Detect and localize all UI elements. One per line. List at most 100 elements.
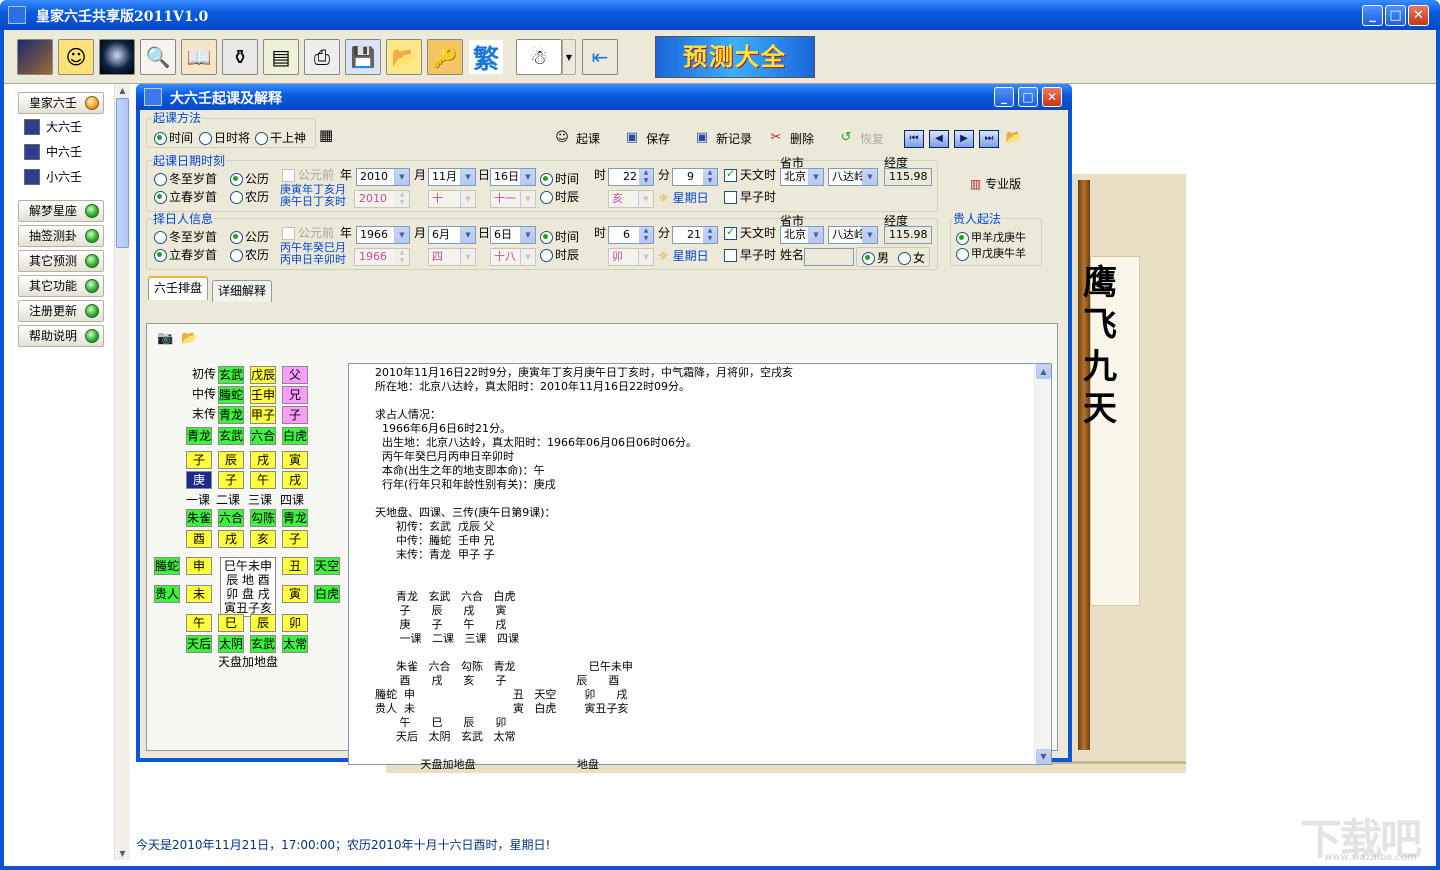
scroll-up-icon[interactable]: ▲	[1036, 364, 1051, 379]
cabinet-icon[interactable]: ⚱	[222, 39, 258, 75]
person-bc-checkbox[interactable]: 公元前	[282, 226, 334, 240]
key-icon[interactable]: 🔑	[427, 39, 463, 75]
open-folder-icon[interactable]: 📂	[1004, 130, 1024, 148]
notepad-icon[interactable]: ▤	[263, 39, 299, 75]
open-folder-icon[interactable]: 📂	[181, 332, 197, 346]
magnifier-icon[interactable]: 🔍	[140, 39, 176, 75]
dialog-close-button[interactable]: ✕	[1042, 87, 1062, 107]
dialog-title-bar[interactable]: 大六壬起课及解释 _ □ ✕	[136, 84, 1072, 110]
person-province-select[interactable]: 北京 ▼	[780, 226, 824, 244]
person-dongzhi-radio[interactable]: 冬至岁首	[154, 230, 217, 244]
guiren-opt2-radio[interactable]: 甲戊庚牛羊	[956, 247, 1026, 261]
title-bar[interactable]: 皇家六壬共享版2011V1.0 _ □ ✕	[0, 0, 1440, 30]
date-bc-checkbox[interactable]: 公元前	[282, 168, 334, 182]
person-name-field[interactable]	[804, 248, 854, 266]
date-gongli-radio[interactable]: 公历	[230, 172, 269, 186]
dialog-minimize-button[interactable]: _	[994, 87, 1014, 107]
scroll-up-icon[interactable]: ▲	[116, 84, 129, 97]
guiren-opt1-radio[interactable]: 甲羊戊庚牛	[956, 231, 1026, 245]
exit-door-icon[interactable]: ⇤	[582, 39, 618, 75]
chevron-down-icon[interactable]: ▼	[562, 39, 576, 75]
person-tianwen-checkbox[interactable]: 天文时	[724, 225, 776, 240]
skin-dropdown-icon[interactable]: ☃	[516, 39, 562, 75]
person-day-select[interactable]: 6日 ▼	[490, 226, 536, 244]
person-gongli-radio[interactable]: 公历	[230, 230, 269, 244]
cartoon-face-icon[interactable]: ☺	[58, 39, 94, 75]
textarea-scrollbar[interactable]: ▲ ▼	[1034, 364, 1051, 764]
nav-da-liuren[interactable]: 大六壬	[24, 116, 104, 138]
date-shichen-select[interactable]: 亥 ▼	[608, 190, 654, 208]
date-lichun-radio[interactable]: 立春岁首	[154, 190, 217, 204]
date-dongzhi-radio[interactable]: 冬至岁首	[154, 172, 217, 186]
new-record-button[interactable]: ▣ 新记录	[694, 128, 752, 150]
liuren-icon[interactable]	[17, 39, 53, 75]
person-nl-year-spin[interactable]: 1966 ▲ ▼	[354, 248, 410, 266]
method-ganshang-radio[interactable]: 干上神	[255, 131, 306, 145]
maximize-button[interactable]: □	[1385, 5, 1406, 26]
date-year-select[interactable]: 2010 ▼	[356, 168, 410, 186]
person-nl-month-select[interactable]: 四 ▼	[428, 248, 476, 266]
person-nl-day-select[interactable]: 十八 ▼	[490, 248, 536, 266]
nav-other-forecast[interactable]: 其它预测	[18, 250, 104, 272]
forecast-banner[interactable]: 预测大全	[655, 36, 815, 78]
date-city-select[interactable]: 八达岭 ▼	[828, 168, 878, 186]
nav-register-update[interactable]: 注册更新	[18, 300, 104, 322]
date-time-radio[interactable]: 时间	[540, 172, 579, 186]
pro-version-link[interactable]: ▥ 专业版	[970, 177, 1021, 191]
prev-record-icon[interactable]: ◀	[929, 130, 949, 148]
date-nongli-radio[interactable]: 农历	[230, 190, 269, 204]
nav-draw-lots[interactable]: 抽签测卦	[18, 225, 104, 247]
close-button[interactable]: ✕	[1408, 5, 1429, 26]
camera-icon[interactable]: 📷	[157, 332, 173, 346]
save-button[interactable]: ▣ 保存	[624, 128, 670, 150]
traditional-chinese-icon[interactable]: 繁	[468, 39, 504, 75]
explain-textarea[interactable]: 2010年11月16日22时9分，庚寅年丁亥月庚午日丁亥时，中气霜降，月将卯，空…	[348, 363, 1052, 771]
method-time-radio[interactable]: 时间	[154, 131, 193, 145]
date-longitude-field[interactable]: 115.98	[884, 168, 932, 186]
floppy-save-icon[interactable]: 💾	[345, 39, 381, 75]
person-hour-spin[interactable]: 6 ▲ ▼	[608, 226, 654, 244]
minimize-button[interactable]: _	[1362, 5, 1383, 26]
nav-dream-zodiac[interactable]: 解梦星座	[18, 200, 104, 222]
calculator-icon[interactable]: ▦	[319, 128, 333, 143]
date-shichen-radio[interactable]: 时辰	[540, 190, 579, 204]
person-month-select[interactable]: 6月 ▼	[428, 226, 476, 244]
qike-button[interactable]: ☺ 起课	[554, 128, 600, 150]
left-scrollbar[interactable]: ▲ ▼	[114, 84, 130, 860]
person-time-radio[interactable]: 时间	[540, 230, 579, 244]
date-hour-spin[interactable]: 22 ▲ ▼	[608, 168, 654, 186]
nav-help[interactable]: 帮助说明	[18, 325, 104, 347]
scroll-down-icon[interactable]: ▼	[116, 847, 129, 860]
delete-button[interactable]: ✂ 删除	[768, 128, 814, 150]
male-radio[interactable]: 男	[862, 251, 889, 265]
book-icon[interactable]: 📖	[181, 39, 217, 75]
tab-detail-explain[interactable]: 详细解释	[212, 280, 273, 302]
last-record-icon[interactable]: ⏭	[979, 130, 999, 148]
person-shichen-select[interactable]: 卯 ▼	[608, 248, 654, 266]
nav-huangjia-liuren[interactable]: 皇家六壬	[18, 92, 104, 114]
date-nl-day-select[interactable]: 十一 ▼	[490, 190, 536, 208]
comet-icon[interactable]	[99, 39, 135, 75]
nav-other-functions[interactable]: 其它功能	[18, 275, 104, 297]
scroll-thumb[interactable]	[116, 98, 129, 248]
scroll-down-icon[interactable]: ▼	[1036, 749, 1051, 764]
printer-icon[interactable]: ⎙	[304, 39, 340, 75]
next-record-icon[interactable]: ▶	[954, 130, 974, 148]
person-shichen-radio[interactable]: 时辰	[540, 248, 579, 262]
folder-open-icon[interactable]: 📂	[386, 39, 422, 75]
date-minute-spin[interactable]: 9 ▲ ▼	[672, 168, 718, 186]
person-lichun-radio[interactable]: 立春岁首	[154, 248, 217, 262]
date-nl-year-spin[interactable]: 2010 ▲ ▼	[354, 190, 410, 208]
date-day-select[interactable]: 16日 ▼	[490, 168, 536, 186]
date-province-select[interactable]: 北京 ▼	[780, 168, 824, 186]
first-record-icon[interactable]: ⏮	[904, 130, 924, 148]
nav-zhong-liuren[interactable]: 中六壬	[24, 141, 104, 163]
restore-button[interactable]: ↺ 恢复	[838, 128, 884, 150]
tab-liuren-pan[interactable]: 六壬排盘	[148, 276, 209, 300]
person-longitude-field[interactable]: 115.98	[884, 226, 932, 244]
person-year-select[interactable]: 1966 ▼	[356, 226, 410, 244]
person-minute-spin[interactable]: 21 ▲ ▼	[672, 226, 718, 244]
nav-xiao-liuren[interactable]: 小六壬	[24, 166, 104, 188]
female-radio[interactable]: 女	[898, 251, 925, 265]
date-zaozi-checkbox[interactable]: 早子时	[724, 190, 776, 204]
